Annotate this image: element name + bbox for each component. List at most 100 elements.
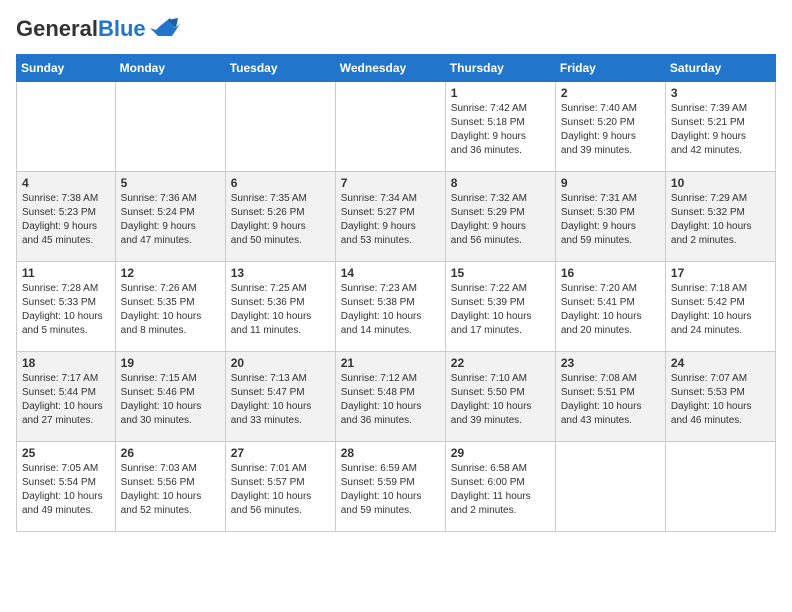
col-header-sunday: Sunday bbox=[17, 55, 116, 82]
day-info: Sunrise: 7:42 AM Sunset: 5:18 PM Dayligh… bbox=[451, 102, 550, 158]
day-info: Sunrise: 7:38 AM Sunset: 5:23 PM Dayligh… bbox=[22, 192, 110, 248]
calendar-cell: 1Sunrise: 7:42 AM Sunset: 5:18 PM Daylig… bbox=[445, 82, 555, 172]
calendar-cell: 25 Sunrise: 7:05 AM Sunset: 5:54 PM Dayli… bbox=[17, 442, 116, 532]
day-info: Sunrise: 7:32 AM Sunset: 5:29 PM Dayligh… bbox=[451, 192, 550, 248]
day-number: 28 bbox=[341, 446, 440, 460]
calendar-cell bbox=[115, 82, 225, 172]
calendar-cell: 26 Sunrise: 7:03 AM Sunset: 5:56 PM Dayli… bbox=[115, 442, 225, 532]
calendar-cell: 24 Sunrise: 7:07 AM Sunset: 5:53 PM Dayli… bbox=[665, 352, 775, 442]
day-number: 11 bbox=[22, 266, 110, 280]
day-info: Sunrise: 7:34 AM Sunset: 5:27 PM Dayligh… bbox=[341, 192, 440, 248]
day-info: Sunrise: 7:23 AM Sunset: 5:38 PM Dayligh… bbox=[341, 282, 440, 338]
page-header: GeneralBlue bbox=[16, 16, 776, 42]
calendar-cell: 21 Sunrise: 7:12 AM Sunset: 5:48 PM Dayli… bbox=[335, 352, 445, 442]
day-number: 23 bbox=[561, 356, 660, 370]
day-number: 12 bbox=[121, 266, 220, 280]
day-number: 17 bbox=[671, 266, 770, 280]
day-info: Sunrise: 6:59 AM Sunset: 5:59 PM Dayligh… bbox=[341, 462, 440, 518]
col-header-friday: Friday bbox=[555, 55, 665, 82]
calendar-week-row: 1Sunrise: 7:42 AM Sunset: 5:18 PM Daylig… bbox=[17, 82, 776, 172]
calendar-cell: 9 Sunrise: 7:31 AM Sunset: 5:30 PM Daylig… bbox=[555, 172, 665, 262]
day-number: 4 bbox=[22, 176, 110, 190]
calendar-cell: 5 Sunrise: 7:36 AM Sunset: 5:24 PM Daylig… bbox=[115, 172, 225, 262]
day-number: 21 bbox=[341, 356, 440, 370]
day-number: 16 bbox=[561, 266, 660, 280]
calendar-cell: 14 Sunrise: 7:23 AM Sunset: 5:38 PM Dayli… bbox=[335, 262, 445, 352]
calendar-cell: 28 Sunrise: 6:59 AM Sunset: 5:59 PM Dayli… bbox=[335, 442, 445, 532]
calendar-cell: 2Sunrise: 7:40 AM Sunset: 5:20 PM Daylig… bbox=[555, 82, 665, 172]
col-header-thursday: Thursday bbox=[445, 55, 555, 82]
calendar-cell bbox=[335, 82, 445, 172]
calendar-cell: 22 Sunrise: 7:10 AM Sunset: 5:50 PM Dayli… bbox=[445, 352, 555, 442]
calendar-cell: 6Sunrise: 7:35 AM Sunset: 5:26 PM Daylig… bbox=[225, 172, 335, 262]
calendar-cell: 18 Sunrise: 7:17 AM Sunset: 5:44 PM Dayli… bbox=[17, 352, 116, 442]
day-info: Sunrise: 6:58 AM Sunset: 6:00 PM Dayligh… bbox=[451, 462, 550, 518]
day-info: Sunrise: 7:05 AM Sunset: 5:54 PM Dayligh… bbox=[22, 462, 110, 518]
day-info: Sunrise: 7:12 AM Sunset: 5:48 PM Dayligh… bbox=[341, 372, 440, 428]
day-info: Sunrise: 7:31 AM Sunset: 5:30 PM Dayligh… bbox=[561, 192, 660, 248]
day-info: Sunrise: 7:36 AM Sunset: 5:24 PM Dayligh… bbox=[121, 192, 220, 248]
day-number: 6 bbox=[231, 176, 330, 190]
day-number: 14 bbox=[341, 266, 440, 280]
day-info: Sunrise: 7:10 AM Sunset: 5:50 PM Dayligh… bbox=[451, 372, 550, 428]
day-number: 7 bbox=[341, 176, 440, 190]
calendar-cell: 3 Sunrise: 7:39 AM Sunset: 5:21 PM Daylig… bbox=[665, 82, 775, 172]
calendar-cell: 20 Sunrise: 7:13 AM Sunset: 5:47 PM Dayli… bbox=[225, 352, 335, 442]
col-header-saturday: Saturday bbox=[665, 55, 775, 82]
day-number: 24 bbox=[671, 356, 770, 370]
day-number: 29 bbox=[451, 446, 550, 460]
day-number: 26 bbox=[121, 446, 220, 460]
day-info: Sunrise: 7:13 AM Sunset: 5:47 PM Dayligh… bbox=[231, 372, 330, 428]
calendar-cell: 27 Sunrise: 7:01 AM Sunset: 5:57 PM Dayli… bbox=[225, 442, 335, 532]
day-number: 18 bbox=[22, 356, 110, 370]
calendar-cell: 15 Sunrise: 7:22 AM Sunset: 5:39 PM Dayli… bbox=[445, 262, 555, 352]
calendar-cell: 23 Sunrise: 7:08 AM Sunset: 5:51 PM Dayli… bbox=[555, 352, 665, 442]
day-info: Sunrise: 7:15 AM Sunset: 5:46 PM Dayligh… bbox=[121, 372, 220, 428]
day-number: 13 bbox=[231, 266, 330, 280]
calendar-week-row: 25 Sunrise: 7:05 AM Sunset: 5:54 PM Dayli… bbox=[17, 442, 776, 532]
day-number: 10 bbox=[671, 176, 770, 190]
day-number: 19 bbox=[121, 356, 220, 370]
logo-bird-icon bbox=[150, 18, 180, 40]
calendar-cell: 11 Sunrise: 7:28 AM Sunset: 5:33 PM Dayli… bbox=[17, 262, 116, 352]
day-number: 22 bbox=[451, 356, 550, 370]
day-number: 27 bbox=[231, 446, 330, 460]
day-info: Sunrise: 7:17 AM Sunset: 5:44 PM Dayligh… bbox=[22, 372, 110, 428]
calendar-cell: 4 Sunrise: 7:38 AM Sunset: 5:23 PM Daylig… bbox=[17, 172, 116, 262]
col-header-wednesday: Wednesday bbox=[335, 55, 445, 82]
day-number: 20 bbox=[231, 356, 330, 370]
calendar-cell: 16Sunrise: 7:20 AM Sunset: 5:41 PM Dayli… bbox=[555, 262, 665, 352]
calendar-header-row: SundayMondayTuesdayWednesdayThursdayFrid… bbox=[17, 55, 776, 82]
day-info: Sunrise: 7:26 AM Sunset: 5:35 PM Dayligh… bbox=[121, 282, 220, 338]
day-number: 5 bbox=[121, 176, 220, 190]
day-number: 3 bbox=[671, 86, 770, 100]
col-header-tuesday: Tuesday bbox=[225, 55, 335, 82]
day-info: Sunrise: 7:07 AM Sunset: 5:53 PM Dayligh… bbox=[671, 372, 770, 428]
day-info: Sunrise: 7:39 AM Sunset: 5:21 PM Dayligh… bbox=[671, 102, 770, 158]
day-info: Sunrise: 7:22 AM Sunset: 5:39 PM Dayligh… bbox=[451, 282, 550, 338]
day-number: 25 bbox=[22, 446, 110, 460]
day-info: Sunrise: 7:01 AM Sunset: 5:57 PM Dayligh… bbox=[231, 462, 330, 518]
calendar-week-row: 18 Sunrise: 7:17 AM Sunset: 5:44 PM Dayli… bbox=[17, 352, 776, 442]
calendar-table: SundayMondayTuesdayWednesdayThursdayFrid… bbox=[16, 54, 776, 532]
calendar-cell: 8Sunrise: 7:32 AM Sunset: 5:29 PM Daylig… bbox=[445, 172, 555, 262]
day-info: Sunrise: 7:28 AM Sunset: 5:33 PM Dayligh… bbox=[22, 282, 110, 338]
calendar-cell: 10Sunrise: 7:29 AM Sunset: 5:32 PM Dayli… bbox=[665, 172, 775, 262]
calendar-cell: 29 Sunrise: 6:58 AM Sunset: 6:00 PM Dayli… bbox=[445, 442, 555, 532]
day-info: Sunrise: 7:18 AM Sunset: 5:42 PM Dayligh… bbox=[671, 282, 770, 338]
calendar-cell: 19 Sunrise: 7:15 AM Sunset: 5:46 PM Dayli… bbox=[115, 352, 225, 442]
day-info: Sunrise: 7:25 AM Sunset: 5:36 PM Dayligh… bbox=[231, 282, 330, 338]
calendar-cell: 12 Sunrise: 7:26 AM Sunset: 5:35 PM Dayli… bbox=[115, 262, 225, 352]
calendar-cell: 17 Sunrise: 7:18 AM Sunset: 5:42 PM Dayli… bbox=[665, 262, 775, 352]
calendar-week-row: 4 Sunrise: 7:38 AM Sunset: 5:23 PM Daylig… bbox=[17, 172, 776, 262]
calendar-cell: 7 Sunrise: 7:34 AM Sunset: 5:27 PM Daylig… bbox=[335, 172, 445, 262]
day-info: Sunrise: 7:08 AM Sunset: 5:51 PM Dayligh… bbox=[561, 372, 660, 428]
day-number: 15 bbox=[451, 266, 550, 280]
logo-text: GeneralBlue bbox=[16, 16, 146, 42]
calendar-cell bbox=[665, 442, 775, 532]
day-number: 9 bbox=[561, 176, 660, 190]
calendar-cell: 13 Sunrise: 7:25 AM Sunset: 5:36 PM Dayli… bbox=[225, 262, 335, 352]
day-number: 2 bbox=[561, 86, 660, 100]
col-header-monday: Monday bbox=[115, 55, 225, 82]
day-info: Sunrise: 7:03 AM Sunset: 5:56 PM Dayligh… bbox=[121, 462, 220, 518]
